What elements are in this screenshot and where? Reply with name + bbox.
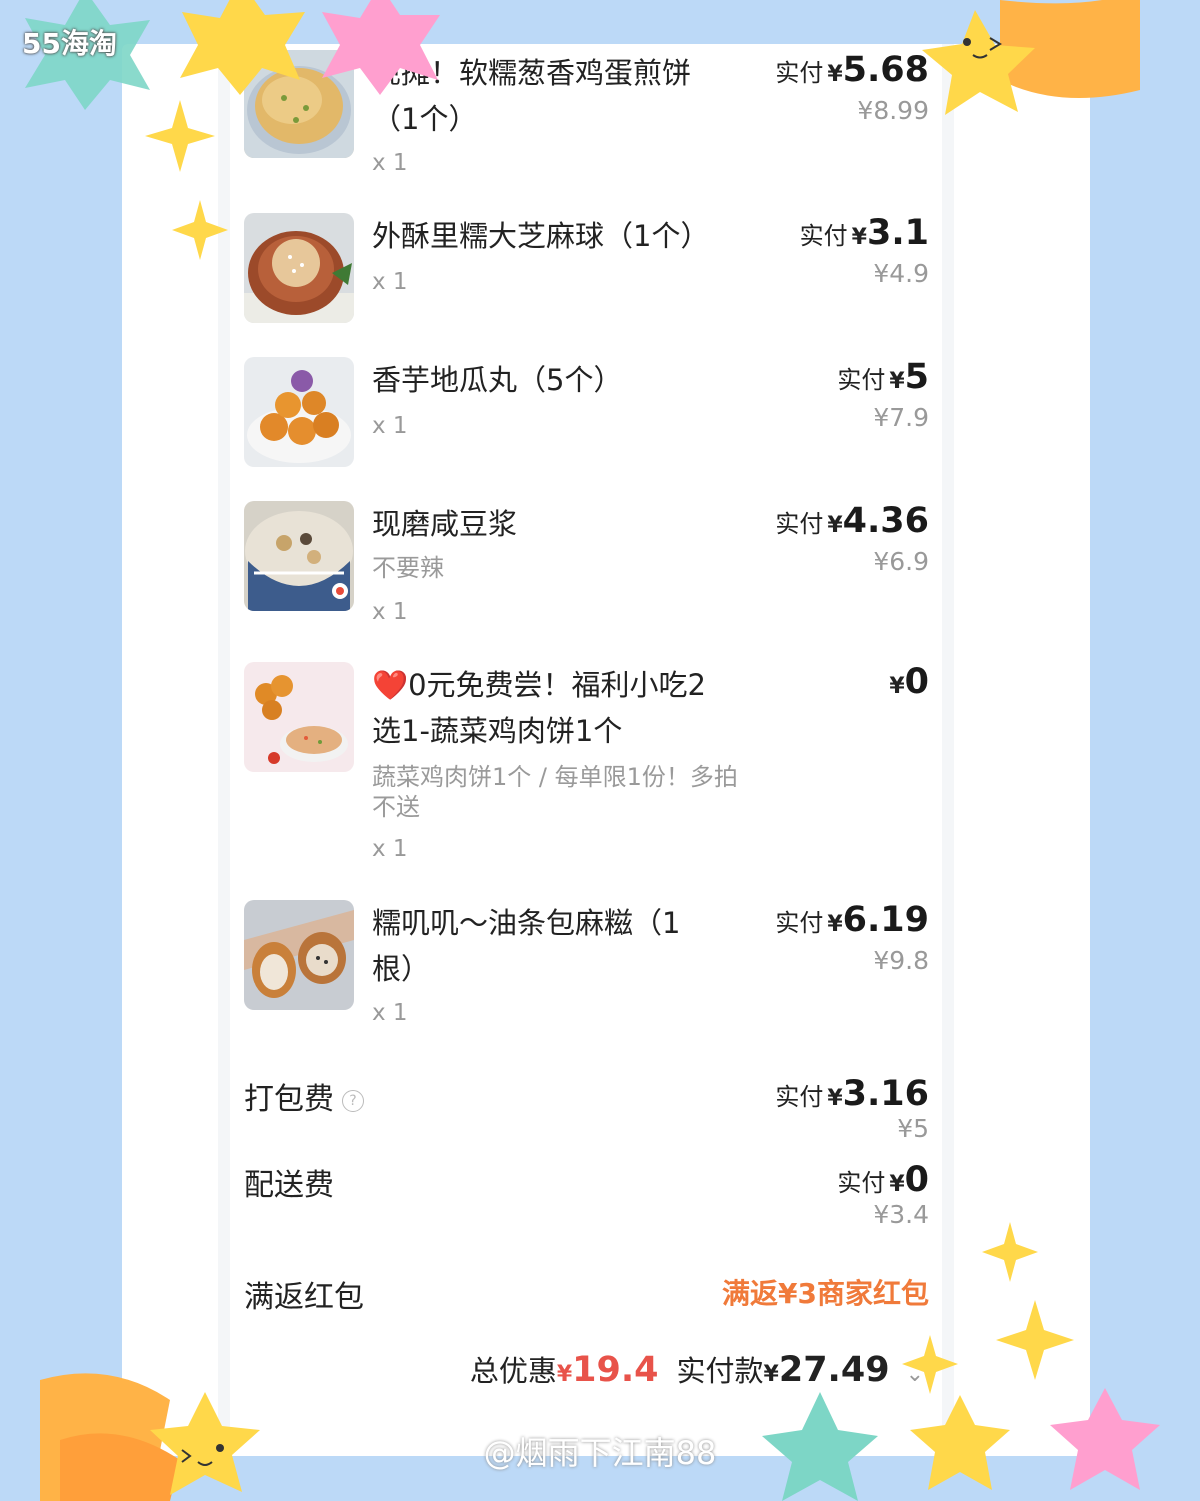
sticker-decorations [25,0,1160,1501]
author-watermark: @烟雨下江南88 [483,1434,717,1472]
site-watermark: 55海淘 [22,27,117,60]
